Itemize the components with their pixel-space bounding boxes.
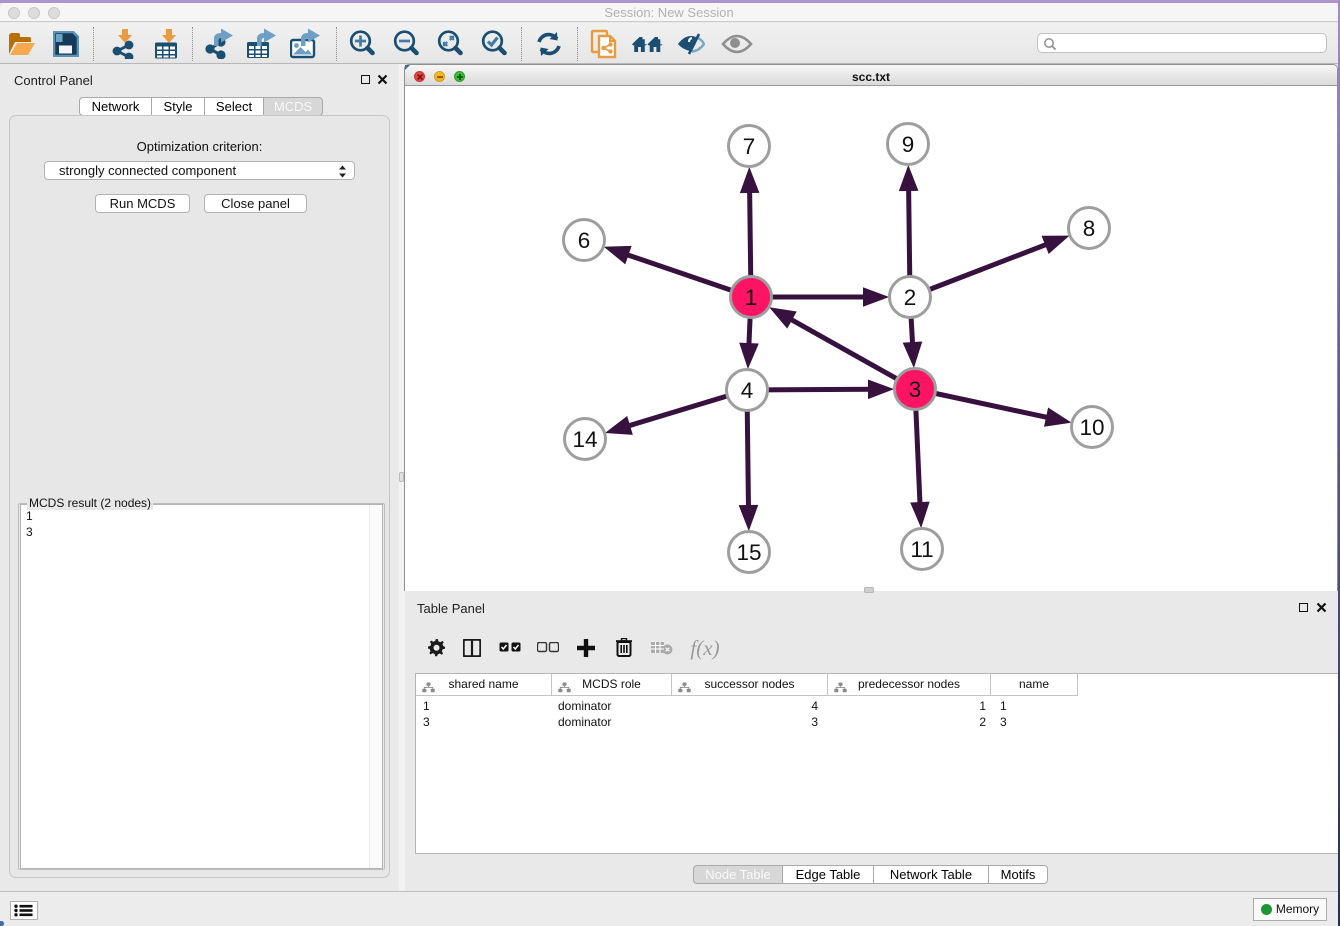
svg-text:10: 10 [1079, 415, 1104, 440]
svg-text:15: 15 [736, 540, 761, 565]
svg-text:11: 11 [910, 537, 933, 562]
svg-text:2: 2 [904, 285, 917, 310]
svg-text:3: 3 [909, 377, 922, 402]
svg-text:14: 14 [572, 427, 597, 452]
svg-text:8: 8 [1083, 216, 1096, 241]
svg-text:6: 6 [578, 228, 591, 253]
svg-text:1: 1 [745, 285, 758, 310]
svg-text:4: 4 [741, 378, 754, 403]
svg-text:9: 9 [902, 132, 915, 157]
svg-text:7: 7 [743, 134, 756, 159]
